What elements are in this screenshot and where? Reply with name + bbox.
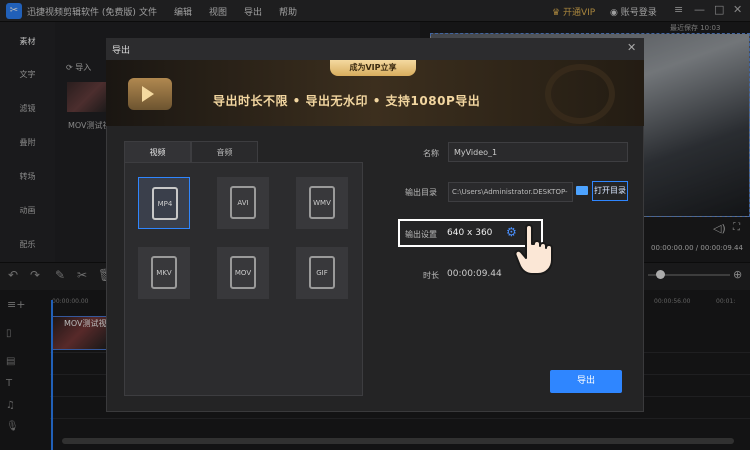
folder-icon[interactable] [576,186,588,195]
output-dir-field[interactable]: C:\Users\Administrator.DESKTOP- [448,182,573,202]
play-triangle-icon [142,86,154,102]
dialog-close-icon[interactable]: ✕ [627,41,636,54]
hand-pointer-icon [514,224,553,275]
name-label: 名称 [423,149,439,158]
duration-label: 时长 [423,271,439,280]
tab-audio[interactable]: 音频 [191,141,258,163]
format-mov[interactable]: MOV [217,247,269,299]
format-mp4[interactable]: MP4 [138,177,190,229]
format-avi[interactable]: AVI [217,177,269,229]
dialog-title: 导出 [112,46,131,56]
vip-badge: 成为VIP立享 [330,60,416,76]
open-dir-button[interactable]: 打开目录 [592,181,628,201]
film-reel-icon [545,64,615,124]
tab-video[interactable]: 视频 [124,141,191,163]
format-mkv[interactable]: MKV [138,247,190,299]
name-field[interactable] [448,142,628,162]
dialog-header [106,38,644,60]
duration-value: 00:00:09.44 [447,269,502,279]
resolution-value: 640 x 360 [447,228,493,238]
export-button[interactable]: 导出 [550,370,622,393]
output-dir-label: 输出目录 [405,188,437,197]
format-panel: MP4 AVI WMV MKV MOV GIF [124,162,363,396]
banner-text: 导出时长不限 • 导出无水印 • 支持1080P导出 [213,94,481,108]
output-settings-label: 输出设置 [405,230,437,239]
format-wmv[interactable]: WMV [296,177,348,229]
format-gif[interactable]: GIF [296,247,348,299]
